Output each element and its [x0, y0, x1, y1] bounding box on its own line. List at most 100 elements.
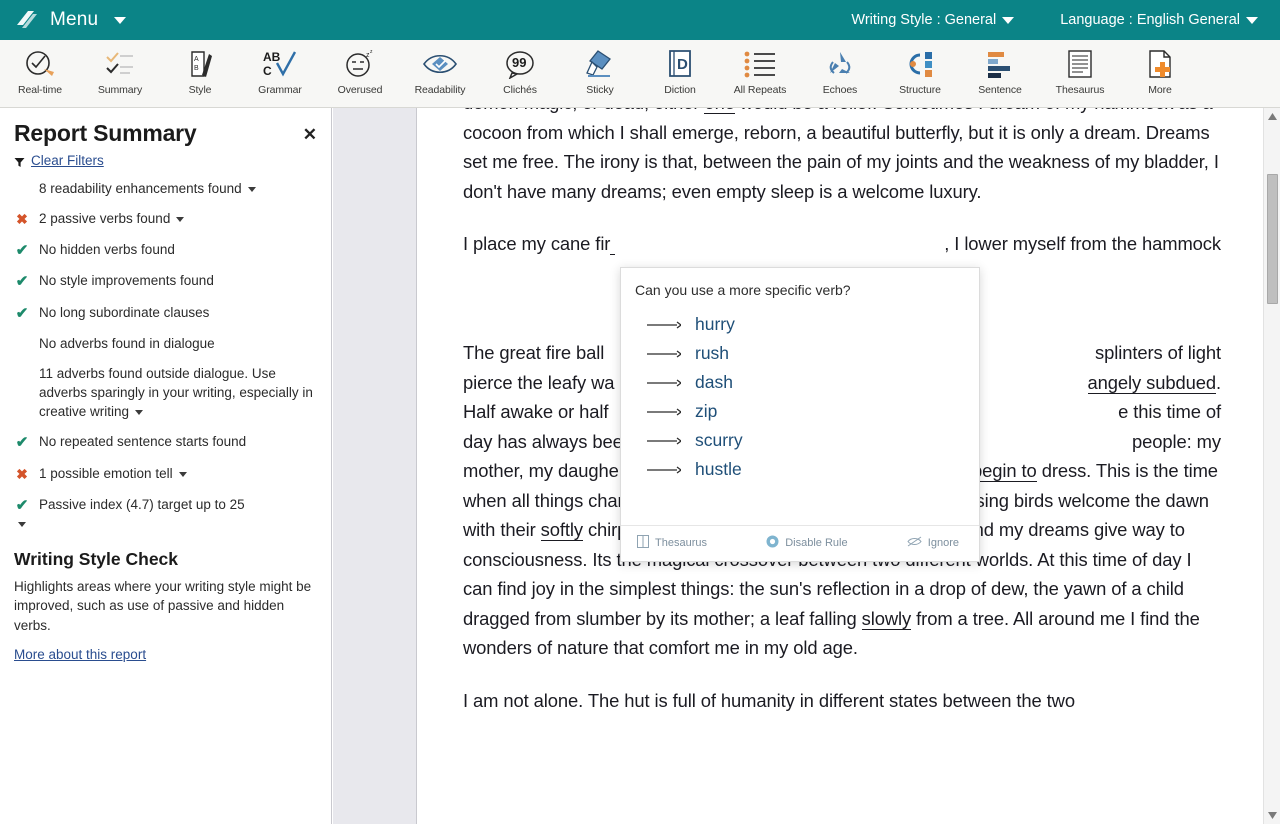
suggestion-item[interactable]: hustle	[621, 455, 979, 484]
svg-text:99: 99	[512, 55, 526, 70]
ribbon-item-clich-s[interactable]: 99 Clichés	[480, 40, 560, 106]
report-row[interactable]: 8 readability enhancements found	[14, 179, 315, 198]
writing-style-check-body: Highlights areas where your writing styl…	[14, 578, 312, 633]
ribbon-item-all-repeats[interactable]: All Repeats	[720, 40, 800, 106]
scroll-up-arrow-icon[interactable]	[1264, 108, 1280, 125]
ribbon-item-readability[interactable]: Readability	[400, 40, 480, 106]
underlined-word[interactable]: angely subdued	[1087, 371, 1216, 394]
chevron-down-icon[interactable]	[18, 521, 26, 527]
disable-rule-button[interactable]: Disable Rule	[766, 535, 848, 551]
menu-button[interactable]: Menu	[14, 7, 127, 33]
more-about-report-link[interactable]: More about this report	[14, 647, 146, 662]
ribbon-item-label: Readability	[414, 84, 466, 96]
report-row-label: 11 adverbs found outside dialogue. Use a…	[39, 365, 313, 420]
ribbon-item-sentence[interactable]: Sentence	[960, 40, 1040, 106]
top-bar: Menu Writing Style : General Language : …	[0, 0, 1280, 40]
svg-text:C: C	[263, 64, 272, 78]
ribbon-item-style[interactable]: A B Style	[160, 40, 240, 106]
suggestion-label: hurry	[695, 314, 735, 334]
close-icon[interactable]: ✕	[303, 126, 317, 143]
report-row-label: No adverbs found in dialogue	[39, 335, 215, 351]
check-icon: ✔	[15, 242, 29, 260]
report-row-label: No hidden verbs found	[39, 242, 175, 258]
chevron-down-icon	[1002, 16, 1015, 24]
ribbon-item-summary[interactable]: Summary	[80, 40, 160, 106]
sticky-highlighter-icon	[584, 45, 616, 83]
ribbon-item-echoes[interactable]: Echoes	[800, 40, 880, 106]
writing-style-check-heading: Writing Style Check	[14, 548, 179, 569]
underlined-word[interactable]: begin to	[972, 460, 1037, 482]
realtime-clipboard-check-icon	[24, 45, 56, 83]
paragraph-fragment: e this time of	[1118, 401, 1221, 422]
chevron-down-icon[interactable]	[176, 217, 185, 223]
all-repeats-list-icon	[743, 45, 777, 83]
ribbon-item-diction[interactable]: D Diction	[640, 40, 720, 106]
scroll-down-arrow-icon[interactable]	[1264, 807, 1280, 824]
suggestion-item[interactable]: hurry	[621, 310, 979, 339]
report-row: ✔ No repeated sentence starts found	[14, 432, 315, 452]
chevron-down-icon	[114, 16, 127, 24]
report-row[interactable]: ✖ 1 possible emotion tell	[14, 464, 315, 484]
scroll-thumb[interactable]	[1267, 174, 1278, 304]
chevron-down-icon[interactable]	[178, 471, 187, 477]
report-row: ✔ No hidden verbs found	[14, 240, 315, 260]
ribbon-item-label: Diction	[664, 84, 696, 96]
suggestion-item[interactable]: zip	[621, 397, 979, 426]
report-row[interactable]: ✖ 2 passive verbs found	[14, 209, 315, 229]
menu-label: Menu	[50, 9, 99, 30]
overused-sleepy-face-icon: zz	[344, 45, 376, 83]
report-row[interactable]: 11 adverbs found outside dialogue. Use a…	[14, 364, 315, 421]
writing-style-selector[interactable]: Writing Style : General	[851, 12, 1015, 28]
long-arrow-right-icon	[647, 459, 683, 480]
report-row-label: No repeated sentence starts found	[39, 434, 247, 450]
chevron-down-icon[interactable]	[135, 410, 144, 416]
suggestion-label: dash	[695, 372, 733, 392]
suggestion-item[interactable]: dash	[621, 368, 979, 397]
ribbon-item-structure[interactable]: Structure	[880, 40, 960, 106]
cliches-quote-bubble-icon: 99	[504, 45, 536, 83]
readability-eye-icon	[422, 45, 458, 83]
no-icon	[14, 334, 30, 335]
report-row: ✔ No long subordinate clauses	[14, 303, 315, 323]
ribbon-item-sticky[interactable]: Sticky	[560, 40, 640, 106]
ribbon-item-thesaurus[interactable]: Thesaurus	[1040, 40, 1120, 106]
svg-text:A: A	[194, 56, 199, 63]
vertical-scrollbar[interactable]	[1263, 108, 1280, 824]
ignore-button[interactable]: Ignore	[907, 536, 959, 550]
thesaurus-pages-icon	[1064, 45, 1096, 83]
paragraph-fragment: , I lower myself from the hammock	[944, 233, 1221, 254]
ribbon-item-label: Real-time	[17, 84, 63, 96]
paragraph-fragment: The great fire ball	[463, 342, 605, 363]
suggestion-item[interactable]: rush	[621, 339, 979, 368]
ribbon-item-grammar[interactable]: AB C Grammar	[240, 40, 320, 106]
check-icon: ✔	[15, 273, 29, 291]
chevron-down-icon[interactable]	[247, 186, 256, 192]
suggestion-list: hurry rush dash zip scurry hustle	[621, 310, 979, 488]
report-row: No adverbs found in dialogue	[14, 334, 315, 353]
ribbon-item-label: Sentence	[978, 84, 1022, 96]
long-arrow-right-icon	[647, 343, 683, 364]
ribbon-item-more[interactable]: More	[1120, 40, 1200, 106]
thesaurus-button[interactable]: Thesaurus	[637, 535, 707, 551]
disable-rule-circle-icon	[766, 535, 779, 551]
ribbon-item-overused[interactable]: z z Overused	[320, 40, 400, 106]
ribbon-item-label: Grammar	[258, 84, 302, 96]
clear-filters-link[interactable]: Clear Filters	[31, 153, 104, 168]
no-icon	[14, 179, 30, 180]
report-row-label: No style improvements found	[39, 273, 214, 289]
suggestion-item[interactable]: scurry	[621, 426, 979, 455]
ribbon-item-label: More	[1148, 84, 1172, 96]
ribbon-item-label: Clichés	[503, 84, 537, 96]
summary-checklist-icon	[104, 45, 136, 83]
echoes-recycle-icon	[824, 45, 856, 83]
report-row-label: Passive index (4.7) target up to 25	[39, 496, 245, 512]
language-selector[interactable]: Language : English General	[1060, 12, 1258, 28]
grammar-abc-check-icon: AB C	[262, 45, 298, 83]
report-row-label: 1 possible emotion tell	[39, 464, 315, 483]
ribbon-item-real-time[interactable]: Real-time	[0, 40, 80, 106]
suggestion-popup[interactable]: Can you use a more specific verb? hurry r…	[620, 267, 980, 562]
underlined-word[interactable]: slowly	[861, 607, 911, 630]
suggestion-label: hustle	[695, 459, 742, 479]
underlined-word[interactable]: one	[704, 108, 735, 114]
underlined-word[interactable]: softly	[540, 519, 583, 541]
